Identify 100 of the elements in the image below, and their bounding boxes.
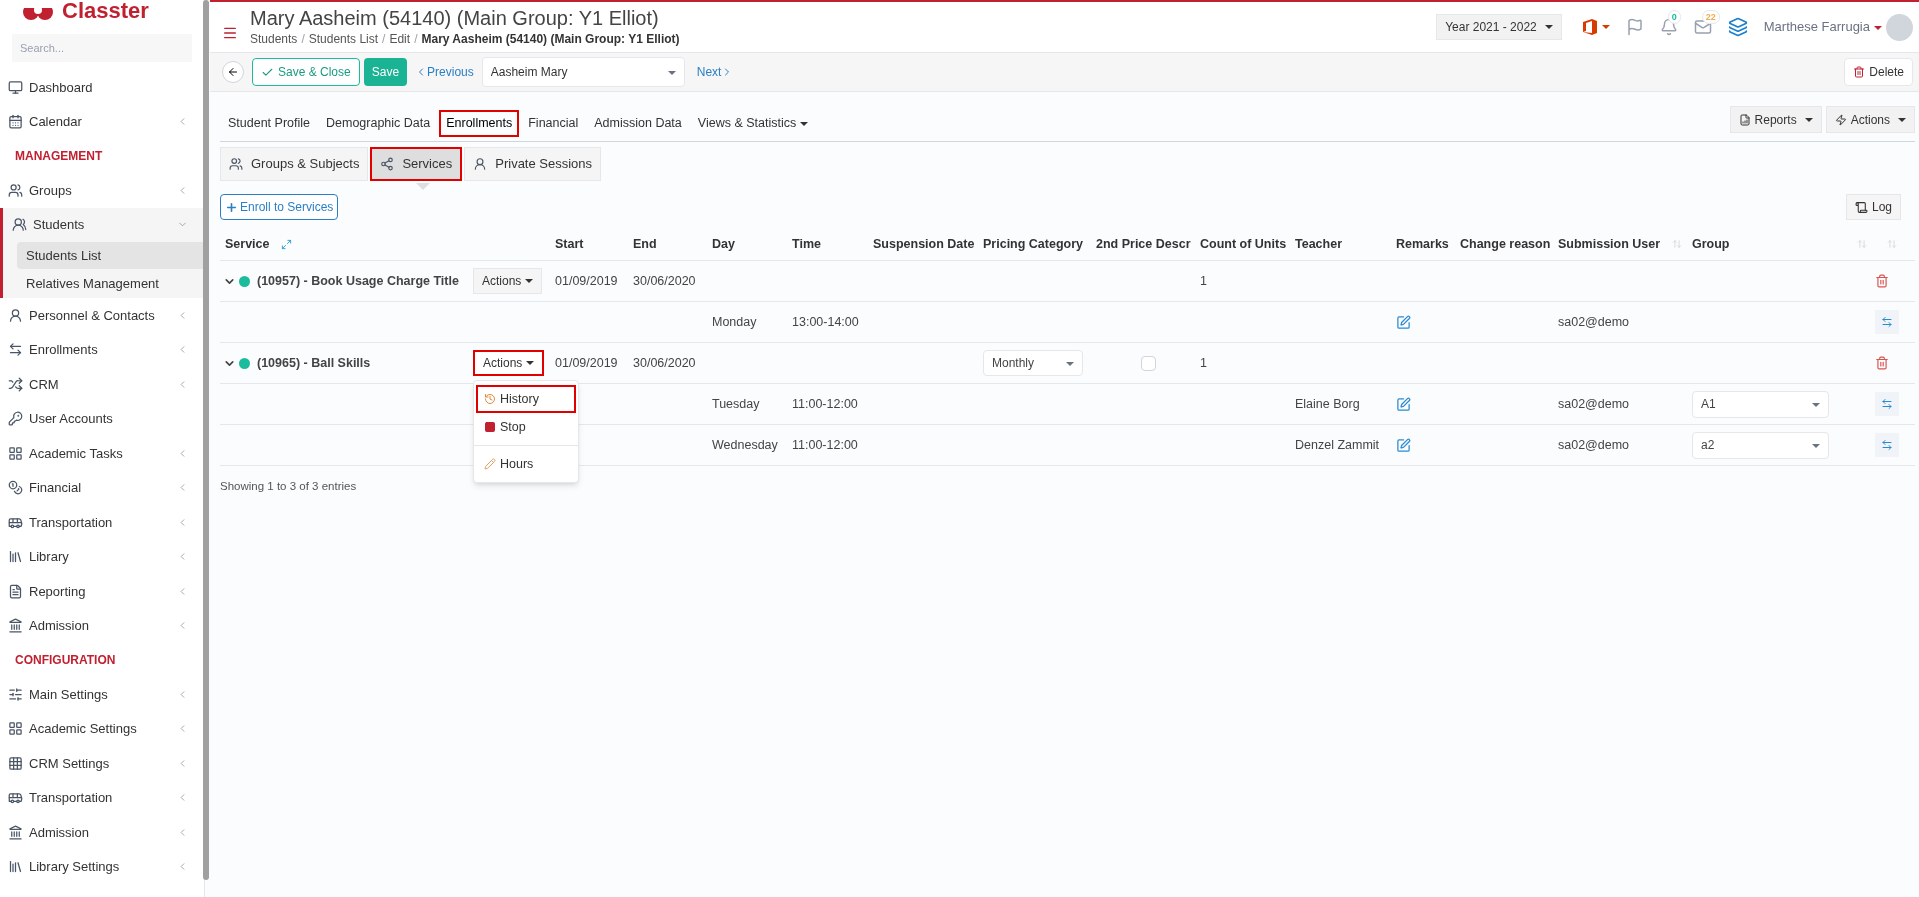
tab[interactable]: Financial [521, 110, 586, 137]
menu-icon[interactable] [222, 25, 238, 41]
swap-icon [1881, 398, 1893, 410]
tab[interactable]: Student Profile [221, 110, 317, 137]
previous-link[interactable]: Previous [411, 63, 478, 81]
trash-icon[interactable] [1875, 356, 1889, 370]
student-select[interactable]: Aasheim Mary [481, 57, 685, 87]
sidebar-item[interactable]: Financial [0, 470, 204, 505]
sidebar-item[interactable]: Library [0, 539, 204, 574]
back-button[interactable] [222, 61, 244, 83]
column-header[interactable]: Remarks [1396, 234, 1449, 254]
tab[interactable]: Admission Data [587, 110, 689, 137]
log-button[interactable]: Log [1845, 194, 1901, 220]
hours-icon [484, 458, 496, 470]
breadcrumb-item[interactable]: Edit [389, 30, 411, 48]
subtab[interactable]: Private Sessions [464, 147, 602, 181]
menu-item[interactable]: Stop [476, 413, 576, 441]
sidebar-item[interactable]: Groups [0, 173, 204, 208]
swap-icon [1881, 439, 1893, 451]
subtab[interactable]: Groups & Subjects [220, 147, 369, 181]
trash-icon[interactable] [1875, 274, 1889, 288]
year-select[interactable]: Year 2021 - 2022 [1436, 14, 1562, 40]
caret-icon [1544, 25, 1553, 29]
office-icon[interactable] [1581, 18, 1598, 36]
sidebar-subitem[interactable]: Students List [17, 242, 204, 269]
column-header[interactable]: Suspension Date [873, 234, 975, 254]
flag-icon[interactable] [1625, 18, 1644, 36]
sidebar-item[interactable]: Reporting [0, 574, 204, 609]
sidebar-item[interactable]: Calendar [0, 104, 204, 139]
sidebar-subitem[interactable]: Relatives Management [17, 270, 204, 297]
sidebar-item[interactable]: Personnel & Contacts [0, 298, 204, 333]
mail-icon[interactable] [1693, 18, 1712, 36]
column-header[interactable]: End [633, 234, 657, 254]
edit-icon[interactable] [1396, 396, 1411, 412]
column-header[interactable]: Teacher [1295, 234, 1342, 254]
sidebar-item[interactable]: Transportation [0, 780, 204, 815]
caret-icon [525, 279, 534, 283]
column-header[interactable]: Time [792, 234, 821, 254]
sidebar-item[interactable]: Academic Tasks [0, 436, 204, 471]
sidebar-item[interactable]: Main Settings [0, 677, 204, 712]
search-field[interactable]: Search... [12, 34, 192, 62]
dropdown-button[interactable]: Actions [1825, 106, 1915, 133]
sidebar-item[interactable]: Enrollments [0, 332, 204, 367]
table-cell-text: Wednesday [712, 436, 778, 454]
sidebar-item[interactable]: Academic Settings [0, 711, 204, 746]
expand-icon[interactable] [281, 238, 293, 250]
lightning-icon [1834, 113, 1847, 126]
sidebar-item[interactable]: Students [3, 207, 204, 242]
tab[interactable]: Demographic Data [319, 110, 438, 137]
dropdown-button[interactable]: Reports [1729, 106, 1822, 133]
tab[interactable]: Enrollments [439, 110, 520, 137]
actions-button[interactable]: Actions [473, 268, 543, 294]
logo-icon [22, 8, 54, 22]
caret-icon [1812, 402, 1820, 407]
column-header[interactable]: Day [712, 234, 735, 254]
transfer-button[interactable] [1875, 392, 1899, 416]
subtab[interactable]: Services [370, 147, 463, 181]
user-name[interactable]: Marthese Farrugia [1763, 17, 1882, 37]
tab[interactable]: Views & Statistics [690, 110, 816, 137]
table-cell-text: 01/09/2019 [555, 272, 618, 290]
column-header[interactable]: Count of Units [1200, 234, 1287, 254]
bell-icon[interactable] [1659, 18, 1678, 36]
layers-icon[interactable] [1727, 17, 1748, 37]
sidebar-item[interactable]: Transportation [0, 505, 204, 540]
column-header[interactable]: Group [1692, 234, 1730, 254]
pricing-select[interactable]: Monthly [983, 350, 1083, 376]
sidebar-item[interactable]: User Accounts [0, 401, 204, 436]
enroll-button[interactable]: Enroll to Services [220, 194, 339, 220]
breadcrumb-item[interactable]: Students [250, 30, 298, 48]
transfer-button[interactable] [1875, 433, 1899, 457]
sidebar-item[interactable]: Dashboard [0, 70, 204, 105]
group-select[interactable]: A1 [1692, 390, 1829, 418]
entries-info: Showing 1 to 3 of 3 entries [220, 480, 357, 492]
nav-icon [8, 411, 23, 427]
save-close-button[interactable]: Save & Close [252, 58, 360, 86]
sidebar-item[interactable]: CRM Settings [0, 746, 204, 781]
sidebar-item[interactable]: Admission [0, 815, 204, 850]
checkbox[interactable] [1140, 355, 1156, 371]
menu-item[interactable]: Hours [476, 450, 576, 478]
column-header[interactable]: Pricing Category [983, 234, 1084, 254]
sidebar-item[interactable]: Library Settings [0, 849, 204, 884]
actions-button[interactable]: Actions [473, 350, 545, 376]
column-header[interactable]: Service [225, 234, 270, 254]
sidebar-item[interactable]: CRM [0, 367, 204, 402]
scrollbar[interactable] [203, 0, 209, 880]
table-cell-text: (10965) - Ball Skills [257, 354, 371, 372]
edit-icon[interactable] [1396, 314, 1411, 330]
edit-icon[interactable] [1396, 437, 1411, 453]
column-header[interactable]: Change reason [1460, 234, 1551, 254]
group-select[interactable]: a2 [1692, 431, 1829, 459]
breadcrumb-item[interactable]: Students List [308, 30, 379, 48]
next-link[interactable]: Next [688, 63, 742, 81]
menu-item[interactable]: History [476, 385, 576, 413]
sidebar-item[interactable]: Admission [0, 608, 204, 643]
column-header[interactable]: Submission User [1558, 234, 1661, 254]
delete-button[interactable]: Delete [1844, 58, 1913, 86]
caret-icon [1601, 25, 1610, 29]
transfer-button[interactable] [1875, 310, 1899, 334]
column-header[interactable]: 2nd Price Descr [1096, 234, 1191, 254]
column-header[interactable]: Start [555, 234, 584, 254]
